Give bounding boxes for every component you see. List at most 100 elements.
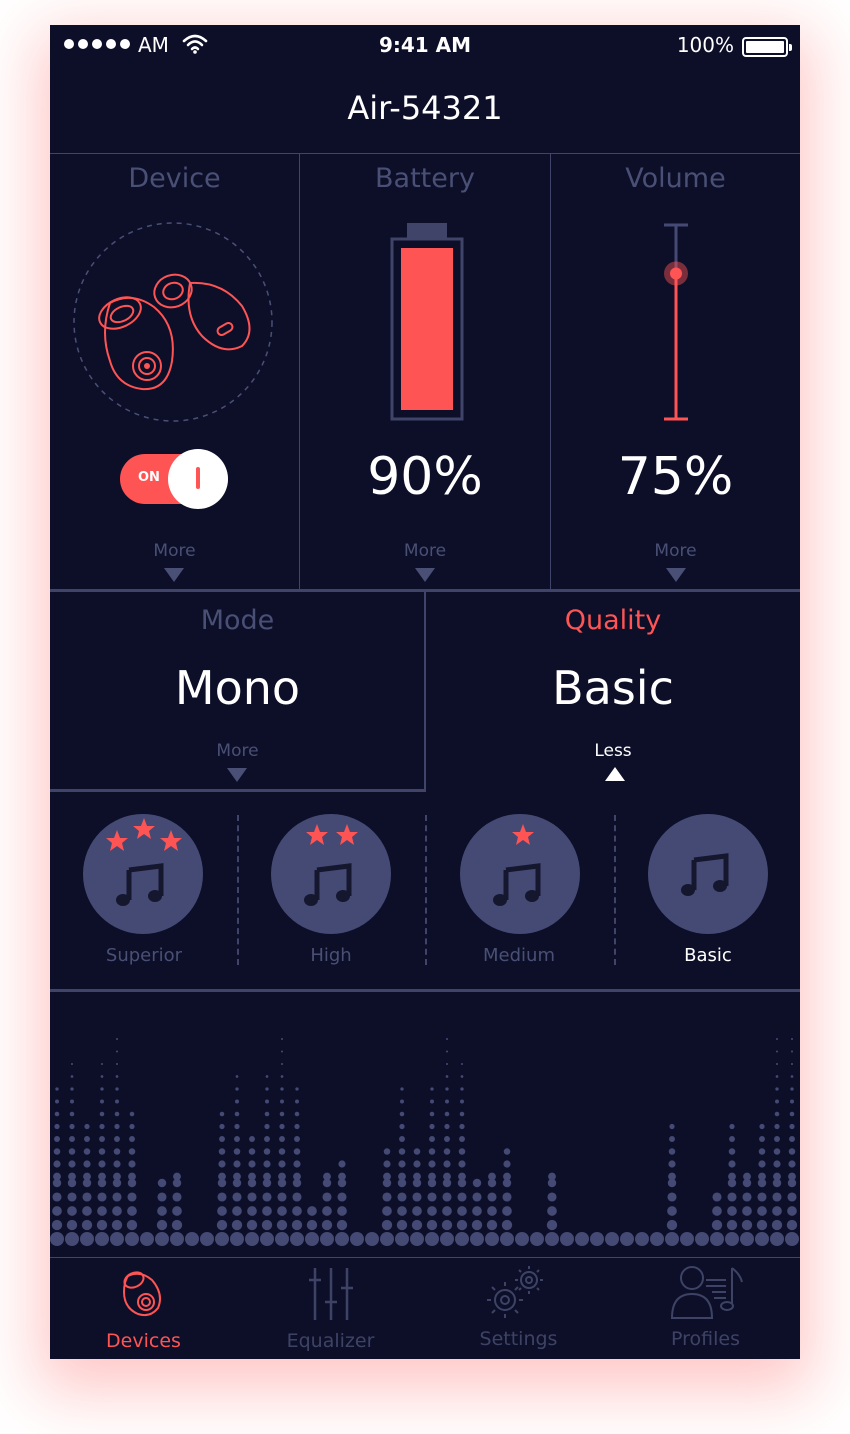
visualizer-dot [471, 1219, 483, 1231]
visualizer-dot [712, 1206, 722, 1216]
visualizer-dot [396, 1219, 408, 1231]
visualizer-dot [249, 1136, 255, 1142]
visualizer-dot [217, 1192, 227, 1202]
visualizer-dot [218, 1160, 226, 1168]
visualizer-dot [381, 1219, 393, 1231]
visualizer-dot [757, 1206, 767, 1216]
visualizer-dot [788, 1172, 796, 1181]
visualizer-dot [430, 1087, 434, 1091]
visualizer-dot [428, 1148, 436, 1155]
visualizer-dot [429, 1123, 435, 1130]
quality-less-link[interactable]: Less [426, 741, 800, 761]
visualizer-dot [383, 1160, 391, 1168]
visualizer-dot [790, 1087, 794, 1091]
nav-settings[interactable]: Settings [425, 1258, 612, 1359]
visualizer-dot [791, 1038, 793, 1040]
visualizer-dot [445, 1087, 449, 1091]
visualizer-dot [215, 1232, 229, 1246]
mode-panel-title: Mode [200, 605, 275, 636]
visualizer-dot [292, 1206, 302, 1216]
visualizer-dot [294, 1123, 300, 1130]
status-battery-icon [742, 37, 792, 57]
visualizer-dot [446, 1038, 448, 1040]
visualizer-dot [756, 1219, 768, 1231]
device-more-link[interactable]: More [50, 541, 299, 561]
quality-circle[interactable] [648, 814, 768, 934]
visualizer-dot [116, 1050, 118, 1053]
visualizer-dot [770, 1232, 784, 1246]
chevron-down-icon[interactable] [415, 568, 435, 582]
visualizer-dot [650, 1232, 664, 1246]
visualizer-dot [111, 1219, 123, 1231]
nav-profiles[interactable]: Profiles [612, 1258, 799, 1359]
visualizer-dot [295, 1087, 299, 1091]
visualizer-dot [98, 1148, 106, 1155]
quality-circle[interactable] [460, 814, 580, 934]
visualizer-dot [365, 1232, 379, 1246]
visualizer-dot [443, 1172, 451, 1181]
visualizer-dot [460, 1087, 464, 1091]
visualizer-dot [774, 1123, 780, 1130]
visualizer-dot [305, 1232, 319, 1246]
visualizer-dot [245, 1232, 259, 1246]
visualizer-dot [458, 1148, 466, 1155]
chevron-down-icon[interactable] [666, 568, 686, 582]
visualizer-dot [127, 1192, 137, 1202]
visualizer-dot [55, 1087, 59, 1091]
visualizer-dot [775, 1099, 779, 1104]
visualizer-dot [114, 1123, 120, 1130]
visualizer-dot [472, 1178, 482, 1188]
visualizer-dot [335, 1232, 349, 1246]
visualizer-dot [383, 1172, 391, 1181]
visualizer-dot [772, 1192, 782, 1202]
visualizer-dot [758, 1160, 766, 1168]
sliders-icon [309, 1268, 353, 1320]
visualizer-dot [52, 1192, 62, 1202]
visualizer-dot [445, 1099, 449, 1104]
nav-devices[interactable]: Devices [50, 1258, 237, 1359]
quality-circle[interactable] [83, 814, 203, 934]
quality-option-label: Superior [105, 945, 183, 966]
visualizer-dot [281, 1050, 283, 1053]
visualizer-dot [69, 1136, 75, 1142]
visualizer-dot [70, 1062, 74, 1066]
volume-more-link[interactable]: More [551, 541, 800, 561]
visualizer-dot [790, 1099, 794, 1104]
mode-more-link[interactable]: More [50, 741, 425, 761]
visualizer-dot [413, 1160, 421, 1168]
visualizer-dot [321, 1219, 333, 1231]
earbuds-icon [73, 222, 273, 422]
visualizer-dot [293, 1160, 301, 1168]
battery-more-link[interactable]: More [300, 541, 550, 561]
visualizer-dot [728, 1172, 736, 1181]
visualizer-dot [171, 1219, 183, 1231]
visualizer-dot [397, 1192, 407, 1202]
visualizer-dot [83, 1148, 91, 1155]
visualizer-dot [503, 1172, 511, 1181]
visualizer-dot [260, 1232, 274, 1246]
volume-slider[interactable] [656, 221, 696, 423]
visualizer-dot [234, 1123, 240, 1130]
visualizer-dot [265, 1075, 269, 1078]
visualizer-dot [775, 1075, 779, 1078]
toggle-knob[interactable] [168, 449, 228, 509]
chevron-up-icon[interactable] [605, 767, 625, 781]
visualizer-dot [430, 1099, 434, 1104]
visualizer-dot [399, 1136, 405, 1142]
visualizer-dot [129, 1111, 135, 1117]
visualizer-dot [755, 1232, 769, 1246]
chevron-down-icon[interactable] [227, 768, 247, 782]
visualizer-dot [427, 1206, 437, 1216]
divider [50, 153, 800, 154]
visualizer-dot [771, 1219, 783, 1231]
device-panel-title: Device [128, 163, 221, 194]
visualizer-dot [70, 1087, 74, 1091]
nav-equalizer[interactable]: Equalizer [237, 1258, 424, 1359]
quality-circle[interactable] [271, 814, 391, 934]
visualizer-dot [294, 1136, 300, 1142]
visualizer-dot [233, 1148, 241, 1155]
chevron-down-icon[interactable] [164, 568, 184, 582]
visualizer-dot [503, 1160, 511, 1168]
visualizer-dot [759, 1123, 765, 1130]
visualizer-dot [459, 1136, 465, 1142]
